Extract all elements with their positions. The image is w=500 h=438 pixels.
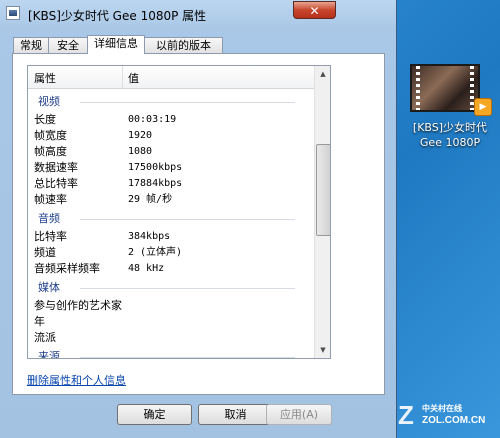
vertical-scrollbar[interactable]: ▲ ▼ (314, 66, 330, 358)
list-item[interactable]: 年 (28, 314, 315, 330)
property-value: 17500kbps (128, 162, 183, 173)
property-value: 17884kbps (128, 178, 183, 189)
properties-dialog: [KBS]少女时代 Gee 1080P 属性 ✕ 常规 安全 详细信息 以前的版… (0, 0, 397, 438)
property-name: 流派 (34, 331, 56, 344)
title-bar[interactable]: [KBS]少女时代 Gee 1080P 属性 ✕ (0, 0, 397, 28)
section-title: 媒体 (38, 281, 60, 294)
property-name: 频道 (34, 246, 56, 259)
watermark-brand: 中关村在线 (422, 404, 462, 413)
video-thumbnail-icon (410, 64, 480, 112)
section-source: 来源 (28, 349, 315, 359)
list-item[interactable]: 比特率 384kbps (28, 229, 315, 245)
tab-details[interactable]: 详细信息 (87, 35, 145, 54)
property-name: 数据速率 (34, 161, 78, 174)
scroll-up-arrow-icon[interactable]: ▲ (316, 66, 330, 82)
section-title: 来源 (38, 350, 60, 359)
property-name: 帧宽度 (34, 129, 67, 142)
list-item[interactable]: 参与创作的艺术家 (28, 298, 315, 314)
property-name: 帧高度 (34, 145, 67, 158)
section-audio: 音频 (28, 211, 315, 227)
label-line-1: [KBS]少女时代 (412, 121, 488, 134)
details-panel: 属性 值 视频 长度 00:03:19 帧宽度 1920 帧高度 1080 数据速率 1… (12, 53, 385, 395)
property-value: 2 (立体声) (128, 247, 183, 258)
scroll-down-arrow-icon[interactable]: ▼ (316, 342, 330, 358)
watermark-url: ZOL.COM.CN (422, 415, 486, 426)
section-title: 音频 (38, 212, 60, 225)
tab-general[interactable]: 常规 (13, 37, 49, 53)
scrollbar-thumb[interactable] (316, 144, 330, 236)
ok-button[interactable]: 确定 (117, 404, 192, 425)
list-item[interactable]: 流派 (28, 330, 315, 346)
section-video: 视频 (28, 94, 315, 110)
zol-watermark: Z 中关村在线 ZOL.COM.CN (398, 400, 500, 432)
list-item[interactable]: 频道 2 (立体声) (28, 245, 315, 261)
window-title: [KBS]少女时代 Gee 1080P 属性 (28, 9, 207, 23)
tab-security[interactable]: 安全 (48, 37, 88, 53)
apply-button[interactable]: 应用(A) (266, 404, 332, 425)
list-item[interactable]: 长度 00:03:19 (28, 112, 315, 128)
list-item[interactable]: 数据速率 17500kbps (28, 160, 315, 176)
property-value: 384kbps (128, 231, 171, 242)
property-name: 总比特率 (34, 177, 78, 190)
property-name: 参与创作的艺术家 (34, 299, 122, 312)
list-header: 属性 值 (28, 66, 315, 89)
property-name: 帧速率 (34, 193, 67, 206)
list-item[interactable]: 帧速率 29 帧/秒 (28, 192, 315, 208)
details-list[interactable]: 属性 值 视频 长度 00:03:19 帧宽度 1920 帧高度 1080 数据速率 1… (27, 65, 331, 359)
close-button[interactable]: ✕ (293, 1, 336, 19)
property-name: 音频采样频率 (34, 262, 100, 275)
list-item[interactable]: 音频采样频率 48 kHz (28, 261, 315, 277)
property-value: 1080 (128, 146, 153, 157)
list-item[interactable]: 总比特率 17884kbps (28, 176, 315, 192)
property-value: 1920 (128, 130, 153, 141)
remove-properties-link[interactable]: 删除属性和个人信息 (27, 372, 126, 388)
video-file-icon (6, 6, 20, 20)
column-divider[interactable] (122, 66, 123, 88)
property-name: 长度 (34, 113, 56, 126)
section-title: 视频 (38, 95, 60, 108)
property-name: 年 (34, 315, 45, 328)
cancel-button[interactable]: 取消 (198, 404, 273, 425)
label-line-2: Gee 1080P (419, 136, 481, 149)
column-header-value[interactable]: 值 (128, 70, 139, 86)
tab-previous-versions[interactable]: 以前的版本 (144, 37, 223, 53)
zol-logo-icon: Z (398, 400, 414, 430)
property-value: 00:03:19 (128, 114, 177, 125)
desktop-icon-label: [KBS]少女时代 Gee 1080P (404, 120, 496, 150)
property-value: 29 帧/秒 (128, 194, 173, 205)
section-media: 媒体 (28, 280, 315, 296)
list-item[interactable]: 帧高度 1080 (28, 144, 315, 160)
property-value: 48 kHz (128, 263, 165, 274)
column-header-property[interactable]: 属性 (34, 70, 56, 86)
property-name: 比特率 (34, 230, 67, 243)
list-item[interactable]: 帧宽度 1920 (28, 128, 315, 144)
play-badge-icon: ▶ (474, 98, 492, 116)
